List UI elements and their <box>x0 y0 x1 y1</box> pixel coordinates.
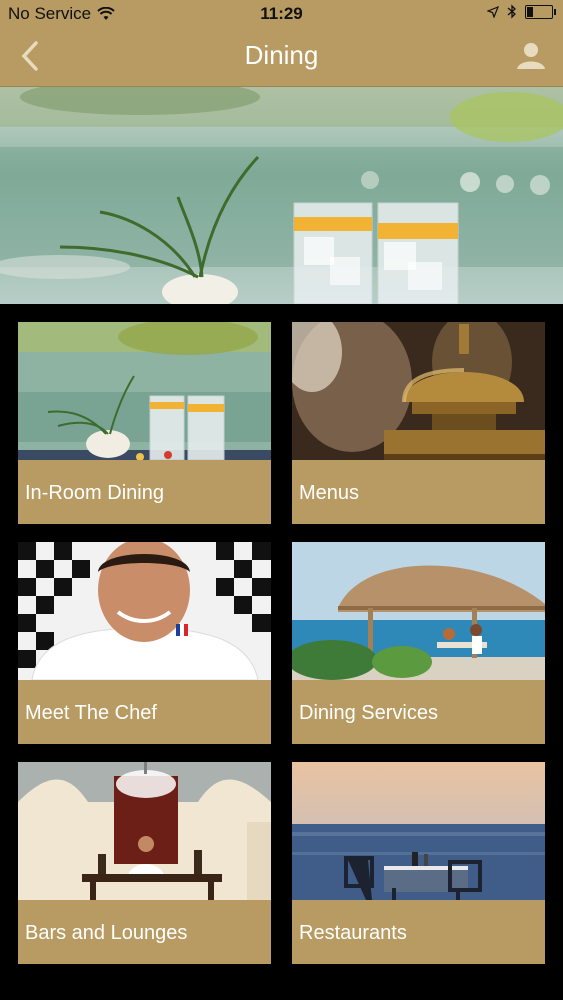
tile-dining-services[interactable]: Dining Services <box>292 542 545 744</box>
profile-button[interactable] <box>513 38 549 74</box>
hero-banner <box>0 87 563 304</box>
status-bar: No Service 11:29 <box>0 0 563 28</box>
tile-restaurants[interactable]: Restaurants <box>292 762 545 964</box>
status-right <box>487 4 556 19</box>
tile-label: In-Room Dining <box>18 460 271 524</box>
beach-cabana-image <box>292 542 545 680</box>
hero-drinks-image <box>0 87 563 304</box>
chef-portrait-image <box>18 542 271 680</box>
battery-icon <box>525 4 556 19</box>
tile-menus[interactable]: Menus <box>292 322 545 524</box>
in-room-dining-image <box>18 322 271 460</box>
location-arrow-icon <box>487 5 499 18</box>
bartender-image <box>18 762 271 900</box>
tile-bars-and-lounges[interactable]: Bars and Lounges <box>18 762 271 964</box>
tile-label: Restaurants <box>292 900 545 964</box>
nav-bar: Dining <box>0 28 563 87</box>
tile-label: Dining Services <box>292 680 545 744</box>
service-bell-image <box>292 322 545 460</box>
tile-label: Bars and Lounges <box>18 900 271 964</box>
bluetooth-icon <box>507 4 516 19</box>
user-icon <box>517 43 545 69</box>
battery-fill <box>527 6 533 17</box>
seaside-table-image <box>292 762 545 900</box>
tile-meet-the-chef[interactable]: Meet The Chef <box>18 542 271 744</box>
status-time: 11:29 <box>260 4 303 23</box>
tile-in-room-dining[interactable]: In-Room Dining <box>18 322 271 524</box>
page-title: Dining <box>244 40 319 70</box>
tile-label: Menus <box>292 460 545 524</box>
tile-label: Meet The Chef <box>18 680 271 744</box>
